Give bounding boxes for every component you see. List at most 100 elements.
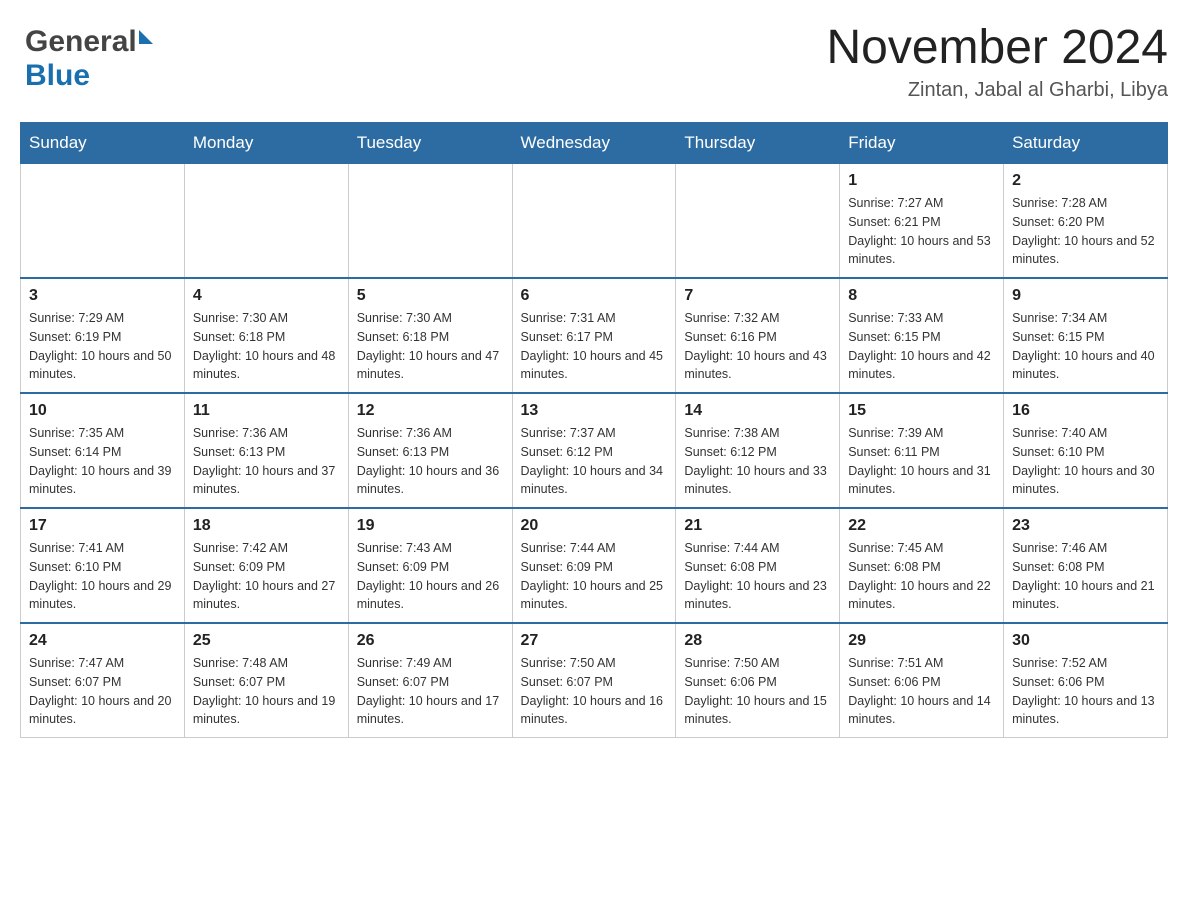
calendar-cell: 7 Sunrise: 7:32 AM Sunset: 6:16 PM Daylig… — [676, 278, 840, 393]
day-number: 5 — [357, 287, 504, 305]
day-number: 9 — [1012, 287, 1159, 305]
day-number: 25 — [193, 632, 340, 650]
day-number: 15 — [848, 402, 995, 420]
weekday-header-row: SundayMondayTuesdayWednesdayThursdayFrid… — [21, 123, 1168, 164]
day-info: Sunrise: 7:49 AM Sunset: 6:07 PM Dayligh… — [357, 654, 504, 729]
day-number: 17 — [29, 517, 176, 535]
calendar-cell: 16 Sunrise: 7:40 AM Sunset: 6:10 PM Dayli… — [1004, 393, 1168, 508]
day-info: Sunrise: 7:32 AM Sunset: 6:16 PM Dayligh… — [684, 309, 831, 384]
logo-arrow-icon — [139, 30, 153, 44]
day-info: Sunrise: 7:36 AM Sunset: 6:13 PM Dayligh… — [193, 424, 340, 499]
calendar-cell — [348, 164, 512, 279]
weekday-header-tuesday: Tuesday — [348, 123, 512, 164]
day-number: 24 — [29, 632, 176, 650]
week-row-3: 10 Sunrise: 7:35 AM Sunset: 6:14 PM Dayli… — [21, 393, 1168, 508]
calendar-cell: 4 Sunrise: 7:30 AM Sunset: 6:18 PM Daylig… — [184, 278, 348, 393]
day-number: 7 — [684, 287, 831, 305]
day-number: 11 — [193, 402, 340, 420]
calendar-cell: 10 Sunrise: 7:35 AM Sunset: 6:14 PM Dayli… — [21, 393, 185, 508]
day-info: Sunrise: 7:42 AM Sunset: 6:09 PM Dayligh… — [193, 539, 340, 614]
day-info: Sunrise: 7:31 AM Sunset: 6:17 PM Dayligh… — [521, 309, 668, 384]
calendar-cell — [512, 164, 676, 279]
logo: General Blue — [20, 20, 158, 98]
calendar-cell: 13 Sunrise: 7:37 AM Sunset: 6:12 PM Dayli… — [512, 393, 676, 508]
calendar-cell: 21 Sunrise: 7:44 AM Sunset: 6:08 PM Dayli… — [676, 508, 840, 623]
day-info: Sunrise: 7:33 AM Sunset: 6:15 PM Dayligh… — [848, 309, 995, 384]
calendar-cell: 12 Sunrise: 7:36 AM Sunset: 6:13 PM Dayli… — [348, 393, 512, 508]
calendar-cell: 15Sunrise: 7:39 AM Sunset: 6:11 PM Dayli… — [840, 393, 1004, 508]
weekday-header-sunday: Sunday — [21, 123, 185, 164]
calendar-cell — [676, 164, 840, 279]
location-subtitle: Zintan, Jabal al Gharbi, Libya — [826, 79, 1168, 102]
day-info: Sunrise: 7:44 AM Sunset: 6:09 PM Dayligh… — [521, 539, 668, 614]
week-row-5: 24 Sunrise: 7:47 AM Sunset: 6:07 PM Dayli… — [21, 623, 1168, 738]
day-number: 26 — [357, 632, 504, 650]
day-number: 10 — [29, 402, 176, 420]
day-info: Sunrise: 7:40 AM Sunset: 6:10 PM Dayligh… — [1012, 424, 1159, 499]
day-number: 1 — [848, 172, 995, 190]
day-number: 13 — [521, 402, 668, 420]
day-number: 30 — [1012, 632, 1159, 650]
day-info: Sunrise: 7:30 AM Sunset: 6:18 PM Dayligh… — [193, 309, 340, 384]
calendar-cell: 28Sunrise: 7:50 AM Sunset: 6:06 PM Dayli… — [676, 623, 840, 738]
calendar-table: SundayMondayTuesdayWednesdayThursdayFrid… — [20, 122, 1168, 738]
day-number: 28 — [684, 632, 831, 650]
logo-blue-text: Blue — [25, 59, 90, 92]
day-info: Sunrise: 7:41 AM Sunset: 6:10 PM Dayligh… — [29, 539, 176, 614]
day-info: Sunrise: 7:51 AM Sunset: 6:06 PM Dayligh… — [848, 654, 995, 729]
day-info: Sunrise: 7:44 AM Sunset: 6:08 PM Dayligh… — [684, 539, 831, 614]
day-number: 8 — [848, 287, 995, 305]
weekday-header-wednesday: Wednesday — [512, 123, 676, 164]
day-number: 16 — [1012, 402, 1159, 420]
day-number: 21 — [684, 517, 831, 535]
calendar-cell: 25 Sunrise: 7:48 AM Sunset: 6:07 PM Dayli… — [184, 623, 348, 738]
page-header: General Blue November 2024 Zintan, Jabal… — [20, 20, 1168, 102]
calendar-cell: 17 Sunrise: 7:41 AM Sunset: 6:10 PM Dayli… — [21, 508, 185, 623]
calendar-cell: 2 Sunrise: 7:28 AM Sunset: 6:20 PM Daylig… — [1004, 164, 1168, 279]
day-info: Sunrise: 7:29 AM Sunset: 6:19 PM Dayligh… — [29, 309, 176, 384]
day-info: Sunrise: 7:50 AM Sunset: 6:07 PM Dayligh… — [521, 654, 668, 729]
weekday-header-friday: Friday — [840, 123, 1004, 164]
day-number: 4 — [193, 287, 340, 305]
day-info: Sunrise: 7:37 AM Sunset: 6:12 PM Dayligh… — [521, 424, 668, 499]
day-info: Sunrise: 7:28 AM Sunset: 6:20 PM Dayligh… — [1012, 194, 1159, 269]
calendar-cell: 23 Sunrise: 7:46 AM Sunset: 6:08 PM Dayli… — [1004, 508, 1168, 623]
calendar-cell: 19 Sunrise: 7:43 AM Sunset: 6:09 PM Dayli… — [348, 508, 512, 623]
calendar-cell: 3 Sunrise: 7:29 AM Sunset: 6:19 PM Daylig… — [21, 278, 185, 393]
calendar-cell: 5 Sunrise: 7:30 AM Sunset: 6:18 PM Daylig… — [348, 278, 512, 393]
calendar-cell: 8 Sunrise: 7:33 AM Sunset: 6:15 PM Daylig… — [840, 278, 1004, 393]
day-number: 12 — [357, 402, 504, 420]
day-number: 19 — [357, 517, 504, 535]
calendar-cell: 18Sunrise: 7:42 AM Sunset: 6:09 PM Dayli… — [184, 508, 348, 623]
day-info: Sunrise: 7:48 AM Sunset: 6:07 PM Dayligh… — [193, 654, 340, 729]
weekday-header-saturday: Saturday — [1004, 123, 1168, 164]
weekday-header-thursday: Thursday — [676, 123, 840, 164]
week-row-4: 17 Sunrise: 7:41 AM Sunset: 6:10 PM Dayli… — [21, 508, 1168, 623]
day-info: Sunrise: 7:45 AM Sunset: 6:08 PM Dayligh… — [848, 539, 995, 614]
day-number: 27 — [521, 632, 668, 650]
calendar-cell: 9 Sunrise: 7:34 AM Sunset: 6:15 PM Daylig… — [1004, 278, 1168, 393]
day-info: Sunrise: 7:30 AM Sunset: 6:18 PM Dayligh… — [357, 309, 504, 384]
calendar-cell: 22Sunrise: 7:45 AM Sunset: 6:08 PM Dayli… — [840, 508, 1004, 623]
day-info: Sunrise: 7:46 AM Sunset: 6:08 PM Dayligh… — [1012, 539, 1159, 614]
day-number: 23 — [1012, 517, 1159, 535]
week-row-2: 3 Sunrise: 7:29 AM Sunset: 6:19 PM Daylig… — [21, 278, 1168, 393]
day-info: Sunrise: 7:47 AM Sunset: 6:07 PM Dayligh… — [29, 654, 176, 729]
calendar-cell: 29Sunrise: 7:51 AM Sunset: 6:06 PM Dayli… — [840, 623, 1004, 738]
day-info: Sunrise: 7:34 AM Sunset: 6:15 PM Dayligh… — [1012, 309, 1159, 384]
day-number: 3 — [29, 287, 176, 305]
day-info: Sunrise: 7:27 AM Sunset: 6:21 PM Dayligh… — [848, 194, 995, 269]
day-number: 20 — [521, 517, 668, 535]
day-info: Sunrise: 7:43 AM Sunset: 6:09 PM Dayligh… — [357, 539, 504, 614]
day-info: Sunrise: 7:52 AM Sunset: 6:06 PM Dayligh… — [1012, 654, 1159, 729]
calendar-cell: 1 Sunrise: 7:27 AM Sunset: 6:21 PM Daylig… — [840, 164, 1004, 279]
logo-general-text: General — [25, 25, 137, 59]
calendar-cell: 6Sunrise: 7:31 AM Sunset: 6:17 PM Daylig… — [512, 278, 676, 393]
calendar-cell: 14Sunrise: 7:38 AM Sunset: 6:12 PM Dayli… — [676, 393, 840, 508]
day-info: Sunrise: 7:35 AM Sunset: 6:14 PM Dayligh… — [29, 424, 176, 499]
day-info: Sunrise: 7:36 AM Sunset: 6:13 PM Dayligh… — [357, 424, 504, 499]
day-number: 2 — [1012, 172, 1159, 190]
calendar-cell: 11 Sunrise: 7:36 AM Sunset: 6:13 PM Dayli… — [184, 393, 348, 508]
calendar-cell: 27 Sunrise: 7:50 AM Sunset: 6:07 PM Dayli… — [512, 623, 676, 738]
month-title: November 2024 — [826, 20, 1168, 75]
